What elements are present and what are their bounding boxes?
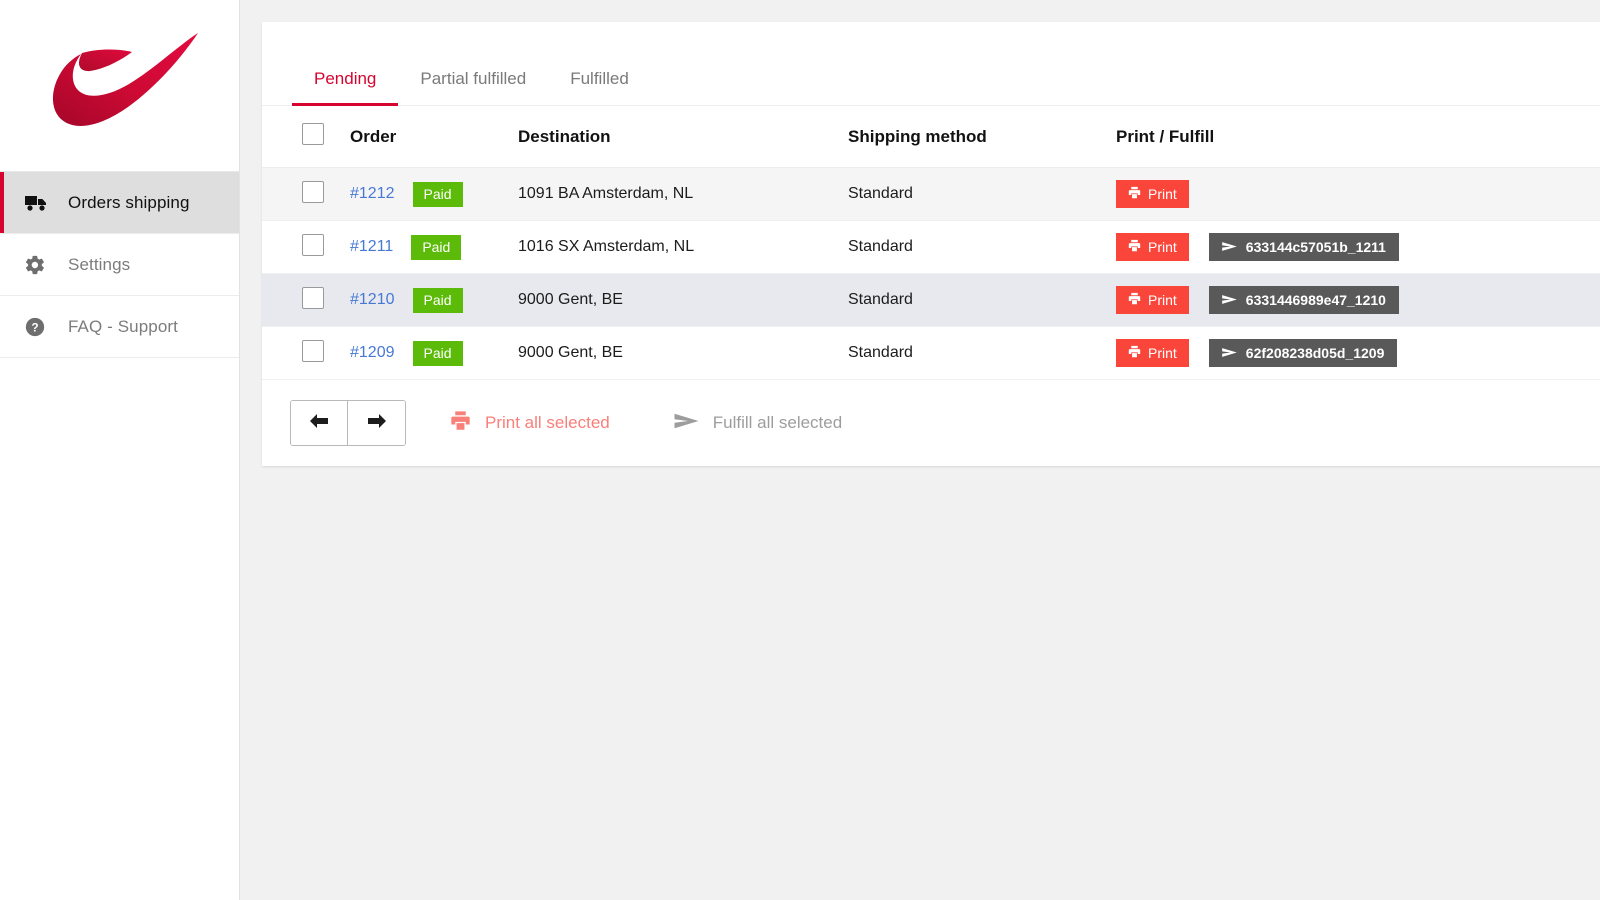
order-link[interactable]: #1209	[350, 344, 395, 362]
print-all-selected-label: Print all selected	[485, 413, 610, 433]
row-order-cell: #1212 Paid	[350, 168, 518, 221]
print-button[interactable]: Print	[1116, 180, 1189, 208]
printer-icon	[1128, 292, 1141, 308]
row-shipping-method: Standard	[848, 327, 1116, 380]
orders-table: Order Destination Shipping method Print …	[262, 106, 1600, 380]
sidebar-item-label: FAQ - Support	[68, 317, 178, 337]
pagination	[290, 400, 406, 446]
tab-partial-fulfilled[interactable]: Partial fulfilled	[398, 69, 548, 105]
order-link[interactable]: #1211	[350, 238, 393, 256]
select-all-checkbox[interactable]	[302, 123, 324, 145]
status-badge: Paid	[411, 235, 461, 260]
print-button[interactable]: Print	[1116, 286, 1189, 314]
row-select-cell	[262, 327, 350, 380]
tracking-button[interactable]: 62f208238d05d_1209	[1209, 339, 1398, 367]
printer-icon	[1128, 345, 1141, 361]
row-destination: 1091 BA Amsterdam, NL	[518, 168, 848, 221]
sidebar-item-settings[interactable]: Settings	[0, 234, 239, 296]
send-icon	[1222, 345, 1237, 361]
order-link[interactable]: #1210	[350, 291, 395, 309]
send-icon	[1222, 239, 1237, 255]
fulfill-all-selected-label: Fulfill all selected	[713, 413, 842, 433]
row-order-cell: #1211 Paid	[350, 221, 518, 274]
print-button[interactable]: Print	[1116, 339, 1189, 367]
tab-fulfilled[interactable]: Fulfilled	[548, 69, 651, 105]
table-row[interactable]: #1211 Paid 1016 SX Amsterdam, NL Standar…	[262, 221, 1600, 274]
send-icon	[1222, 292, 1237, 308]
orders-card: Pending Partial fulfilled Fulfilled Orde…	[262, 22, 1600, 466]
pagination-prev-button[interactable]	[291, 401, 348, 445]
row-destination: 9000 Gent, BE	[518, 327, 848, 380]
tracking-button[interactable]: 633144c57051b_1211	[1209, 233, 1399, 261]
pagination-next-button[interactable]	[348, 401, 405, 445]
row-select-cell	[262, 168, 350, 221]
row-checkbox[interactable]	[302, 234, 324, 256]
sidebar-item-label: Settings	[68, 255, 130, 275]
row-print-fulfill-cell: Print 62f208238d05d_1209	[1116, 327, 1600, 380]
sidebar-item-orders-shipping[interactable]: Orders shipping	[0, 172, 239, 234]
print-button-label: Print	[1148, 345, 1177, 361]
header-destination: Destination	[518, 106, 848, 168]
orders-table-body: #1212 Paid 1091 BA Amsterdam, NL Standar…	[262, 168, 1600, 380]
print-button[interactable]: Print	[1116, 233, 1189, 261]
print-button-label: Print	[1148, 186, 1177, 202]
row-checkbox[interactable]	[302, 181, 324, 203]
row-select-cell	[262, 274, 350, 327]
main-content: Pending Partial fulfilled Fulfilled Orde…	[240, 0, 1600, 900]
tab-bar: Pending Partial fulfilled Fulfilled	[262, 22, 1600, 106]
arrow-right-icon	[366, 413, 388, 434]
row-destination: 9000 Gent, BE	[518, 274, 848, 327]
table-row[interactable]: #1212 Paid 1091 BA Amsterdam, NL Standar…	[262, 168, 1600, 221]
row-destination: 1016 SX Amsterdam, NL	[518, 221, 848, 274]
header-print-fulfill: Print / Fulfill	[1116, 106, 1600, 168]
table-header-row: Order Destination Shipping method Print …	[262, 106, 1600, 168]
question-circle-icon: ?	[24, 316, 54, 338]
header-shipping-method: Shipping method	[848, 106, 1116, 168]
row-print-fulfill-cell: Print 6331446989e47_1210	[1116, 274, 1600, 327]
svg-text:?: ?	[31, 320, 38, 334]
tracking-code: 633144c57051b_1211	[1246, 239, 1386, 255]
row-shipping-method: Standard	[848, 168, 1116, 221]
row-order-cell: #1210 Paid	[350, 274, 518, 327]
row-shipping-method: Standard	[848, 221, 1116, 274]
tracking-code: 6331446989e47_1210	[1246, 292, 1386, 308]
printer-icon	[1128, 239, 1141, 255]
truck-icon	[24, 194, 54, 212]
printer-icon	[1128, 186, 1141, 202]
header-order: Order	[350, 106, 518, 168]
card-footer: Print all selected Fulfill all selected	[262, 380, 1600, 466]
tab-pending[interactable]: Pending	[292, 69, 398, 105]
row-shipping-method: Standard	[848, 274, 1116, 327]
print-all-selected-button[interactable]: Print all selected	[450, 410, 610, 436]
row-checkbox[interactable]	[302, 287, 324, 309]
app-root: Orders shipping Settings ? FAQ - Support	[0, 0, 1600, 900]
row-checkbox[interactable]	[302, 340, 324, 362]
table-row[interactable]: #1210 Paid 9000 Gent, BE Standard	[262, 274, 1600, 327]
order-link[interactable]: #1212	[350, 185, 395, 203]
row-print-fulfill-cell: Print	[1116, 168, 1600, 221]
tracking-code: 62f208238d05d_1209	[1246, 345, 1385, 361]
gear-icon	[24, 254, 54, 276]
tracking-button[interactable]: 6331446989e47_1210	[1209, 286, 1399, 314]
status-badge: Paid	[413, 341, 463, 366]
status-badge: Paid	[413, 182, 463, 207]
row-select-cell	[262, 221, 350, 274]
status-badge: Paid	[413, 288, 463, 313]
print-button-label: Print	[1148, 239, 1177, 255]
send-icon	[674, 412, 699, 435]
sidebar: Orders shipping Settings ? FAQ - Support	[0, 0, 240, 900]
print-button-label: Print	[1148, 292, 1177, 308]
brand-logo-icon	[32, 27, 208, 145]
select-all-header	[262, 106, 350, 168]
sidebar-item-faq-support[interactable]: ? FAQ - Support	[0, 296, 239, 358]
orders-table-head: Order Destination Shipping method Print …	[262, 106, 1600, 168]
sidebar-item-label: Orders shipping	[68, 193, 190, 213]
printer-icon	[450, 410, 471, 436]
arrow-left-icon	[308, 413, 330, 434]
brand-logo	[0, 0, 239, 172]
fulfill-all-selected-button[interactable]: Fulfill all selected	[674, 412, 842, 435]
table-row[interactable]: #1209 Paid 9000 Gent, BE Standard	[262, 327, 1600, 380]
row-print-fulfill-cell: Print 633144c57051b_1211	[1116, 221, 1600, 274]
row-order-cell: #1209 Paid	[350, 327, 518, 380]
